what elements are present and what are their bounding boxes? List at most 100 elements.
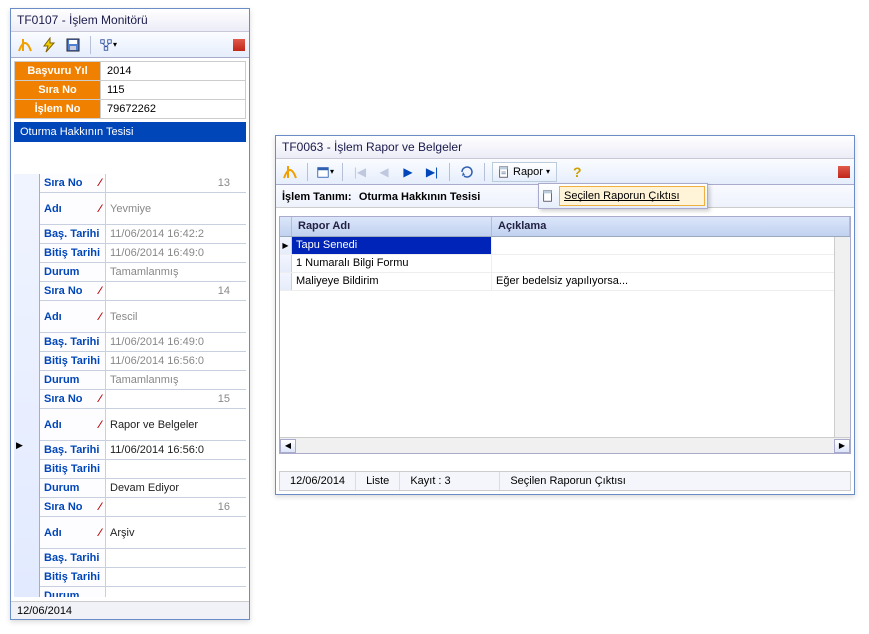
row-value: 11/06/2014 16:42:2 — [106, 225, 246, 243]
report-row[interactable]: Maliyeye BildirimEğer bedelsiz yapılıyor… — [280, 273, 850, 291]
row-value: 11/06/2014 16:49:0 — [106, 244, 246, 262]
nav-last-icon[interactable]: ▶| — [422, 162, 442, 182]
label-sira-no: Sıra No — [15, 81, 101, 100]
grid-row[interactable]: Adı⁄Rapor ve Belgeler — [40, 409, 246, 441]
menu-item-label: Seçilen Raporun Çıktısı — [564, 190, 680, 202]
grid-row[interactable]: Sıra No⁄13 — [40, 174, 246, 193]
row-value: 15 — [106, 390, 246, 408]
col-aciklama[interactable]: Açıklama — [492, 217, 850, 236]
row-indicator-icon — [280, 273, 292, 290]
toolbar-right: ▾ |◀ ◀ ▶ ▶| Rapor ▾ ? Seçilen Raporun Çı… — [276, 159, 854, 185]
row-value: Rapor ve Belgeler — [106, 409, 246, 440]
grid-row[interactable]: Sıra No⁄15 — [40, 390, 246, 409]
calendar-icon[interactable]: ▾ — [315, 162, 335, 182]
row-value: 11/06/2014 16:49:0 — [106, 333, 246, 351]
rapor-dropdown-button[interactable]: Rapor ▾ — [492, 162, 557, 182]
row-label: Sıra No⁄ — [40, 390, 106, 408]
grid-body: ▶Tapu Senedi1 Numaralı Bilgi FormuMaliye… — [280, 237, 850, 291]
row-label: Bitiş Tarihi — [40, 460, 106, 478]
grid-row[interactable]: DurumTamamlanmış — [40, 263, 246, 282]
current-row-marker-icon: ▶ — [16, 440, 23, 451]
row-label: Durum — [40, 479, 106, 497]
menu-item-secilen-raporun-ciktisi[interactable]: Seçilen Raporun Çıktısı — [559, 186, 705, 206]
report-row[interactable]: ▶Tapu Senedi — [280, 237, 850, 255]
grid-row[interactable]: Bitiş Tarihi — [40, 460, 246, 479]
row-value: Yevmiye — [106, 193, 246, 224]
grid-header: Rapor Adı Açıklama — [280, 217, 850, 237]
row-label: Adı⁄ — [40, 409, 106, 440]
report-row[interactable]: 1 Numaralı Bilgi Formu — [280, 255, 850, 273]
row-indicator-icon: ▶ — [280, 237, 292, 254]
grid-row[interactable]: Baş. Tarihi11/06/2014 16:49:0 — [40, 333, 246, 352]
toolbar-left: ▾ — [11, 32, 249, 58]
label-basvuru-yil: Başvuru Yıl — [15, 62, 101, 81]
cell-aciklama: Eğer bedelsiz yapılıyorsa... — [492, 273, 850, 290]
row-label: Baş. Tarihi — [40, 225, 106, 243]
row-label: Sıra No⁄ — [40, 174, 106, 192]
app-icon-right[interactable] — [280, 162, 300, 182]
row-label: Adı⁄ — [40, 517, 106, 548]
grid-row[interactable]: Bitiş Tarihi — [40, 568, 246, 587]
row-label: Durum — [40, 263, 106, 281]
row-value: 13 — [106, 174, 246, 192]
grid-row[interactable]: Durum — [40, 587, 246, 597]
grid-row[interactable]: Baş. Tarihi — [40, 549, 246, 568]
tree-icon[interactable]: ▾ — [98, 35, 118, 55]
vertical-scrollbar[interactable] — [834, 237, 850, 437]
grid-row[interactable]: DurumTamamlanmış — [40, 371, 246, 390]
grid-row[interactable]: Sıra No⁄14 — [40, 282, 246, 301]
col-rapor-adi[interactable]: Rapor Adı — [292, 217, 492, 236]
grid-row[interactable]: Baş. Tarihi11/06/2014 16:42:2 — [40, 225, 246, 244]
row-label: Sıra No⁄ — [40, 498, 106, 516]
scroll-left-icon[interactable]: ◀ — [280, 439, 296, 453]
grid-row[interactable]: Bitiş Tarihi11/06/2014 16:56:0 — [40, 352, 246, 371]
row-value: 16 — [106, 498, 246, 516]
bolt-icon[interactable] — [39, 35, 59, 55]
horizontal-scrollbar[interactable]: ◀ ▶ — [280, 437, 850, 453]
value-islem-no: 79672262 — [101, 100, 246, 119]
close-marker-icon-right[interactable] — [838, 166, 850, 178]
save-icon[interactable] — [63, 35, 83, 55]
sep — [449, 163, 450, 181]
row-value — [106, 587, 246, 597]
status-liste: Liste — [356, 472, 400, 490]
scroll-track[interactable] — [296, 439, 834, 453]
status-kayit: Kayıt : 3 — [400, 472, 500, 490]
refresh-icon[interactable] — [457, 162, 477, 182]
row-value — [106, 460, 246, 478]
grid-row[interactable]: Bitiş Tarihi11/06/2014 16:49:0 — [40, 244, 246, 263]
row-label: Bitiş Tarihi — [40, 244, 106, 262]
row-value — [106, 549, 246, 567]
window-title-right: TF0063 - İşlem Rapor ve Belgeler — [276, 136, 854, 159]
grid-row[interactable]: Adı⁄Arşiv — [40, 517, 246, 549]
grid-row[interactable]: Adı⁄Yevmiye — [40, 193, 246, 225]
row-value: Tamamlanmış — [106, 263, 246, 281]
sep — [484, 163, 485, 181]
row-label: Bitiş Tarihi — [40, 352, 106, 370]
steps-grid: ▶ Sıra No⁄13Adı⁄YevmiyeBaş. Tarihi11/06/… — [14, 174, 246, 597]
grid-row[interactable]: Adı⁄Tescil — [40, 301, 246, 333]
cell-rapor-adi: 1 Numaralı Bilgi Formu — [292, 255, 492, 272]
row-value: Devam Ediyor — [106, 479, 246, 497]
grid-row[interactable]: Sıra No⁄16 — [40, 498, 246, 517]
close-marker-icon[interactable] — [233, 39, 245, 51]
status-date: 12/06/2014 — [280, 472, 356, 490]
row-value: 14 — [106, 282, 246, 300]
row-value — [106, 568, 246, 586]
sep — [307, 163, 308, 181]
row-value: 11/06/2014 16:56:0 — [106, 441, 246, 459]
nav-first-icon[interactable]: |◀ — [350, 162, 370, 182]
grid-row[interactable]: DurumDevam Ediyor — [40, 479, 246, 498]
grid-row[interactable]: Baş. Tarihi11/06/2014 16:56:0 — [40, 441, 246, 460]
printer-icon — [541, 189, 555, 203]
row-value: 11/06/2014 16:56:0 — [106, 352, 246, 370]
row-label: Adı⁄ — [40, 301, 106, 332]
scroll-right-icon[interactable]: ▶ — [834, 439, 850, 453]
row-label: Bitiş Tarihi — [40, 568, 106, 586]
sep — [342, 163, 343, 181]
help-icon[interactable]: ? — [573, 164, 582, 180]
row-label: Sıra No⁄ — [40, 282, 106, 300]
app-icon[interactable] — [15, 35, 35, 55]
nav-prev-icon[interactable]: ◀ — [374, 162, 394, 182]
nav-next-icon[interactable]: ▶ — [398, 162, 418, 182]
